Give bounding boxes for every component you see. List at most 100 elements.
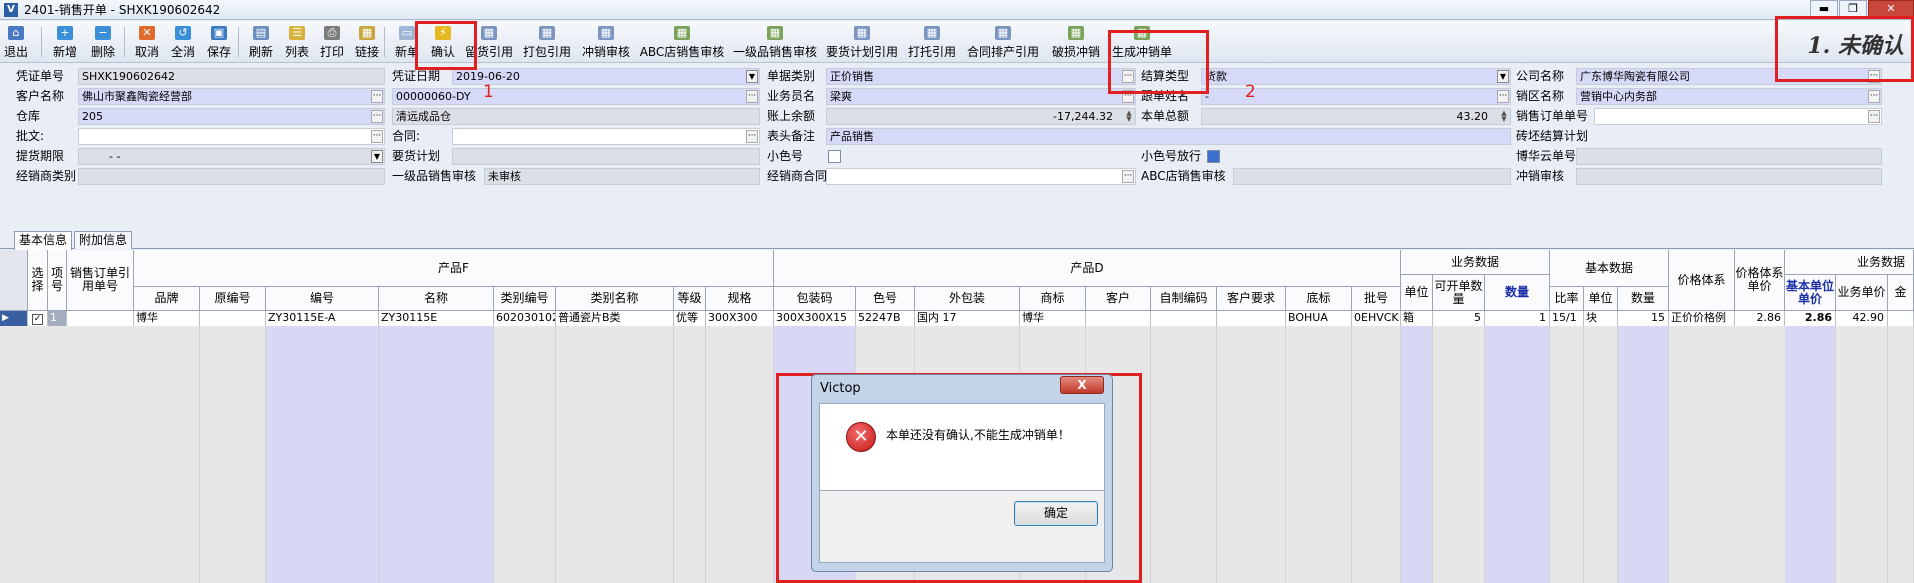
note-field[interactable]: ··· <box>78 128 385 145</box>
small-color-release-checkbox[interactable] <box>1207 150 1220 163</box>
lookup-icon[interactable]: ··· <box>371 90 383 103</box>
dealer-type-field[interactable] <box>78 168 385 185</box>
restore-icon[interactable]: ❐ <box>1839 0 1867 18</box>
col-grade[interactable]: 等级 <box>674 287 706 311</box>
col-amount[interactable]: 金 <box>1888 275 1914 311</box>
cell-biz-price[interactable]: 42.90 <box>1836 311 1888 326</box>
ok-button[interactable]: 确定 <box>1014 501 1098 526</box>
col-cat-code[interactable]: 类别编号 <box>494 287 556 311</box>
toolbar-button-gen-reverse[interactable]: ▦ 生成冲销单 <box>1108 23 1176 61</box>
col-own-code[interactable]: 自制编码 <box>1151 287 1217 311</box>
cell-pack-code[interactable]: 300X300X15 <box>774 311 856 326</box>
cell-openable[interactable]: 5 <box>1433 311 1485 326</box>
toolbar-button-add[interactable]: + 新增 <box>48 23 82 61</box>
cell-b-qty[interactable]: 15 <box>1618 311 1669 326</box>
cell-basic-price[interactable]: 2.86 <box>1785 311 1836 326</box>
toolbar-button-reverse-audit[interactable]: ▦ 冲销审核 <box>578 23 634 61</box>
col-pack-code[interactable]: 包装码 <box>774 287 856 311</box>
demand-plan-field[interactable] <box>452 148 760 165</box>
customer-field[interactable]: 佛山市聚鑫陶瓷经营部 ··· <box>78 88 385 105</box>
customer-code-field[interactable]: 00000060-DY ··· <box>392 88 760 105</box>
col-order-ref[interactable]: 销售订单引用单号 <box>67 250 134 311</box>
doc-total-field[interactable]: 43.20 ▲ ▼ <box>1201 108 1511 125</box>
cell-base-mark[interactable]: BOHUA <box>1286 311 1352 326</box>
toolbar-button-cancel[interactable]: ✕ 取消 <box>130 23 164 61</box>
toolbar-button-damage-reverse[interactable]: ▦ 破损冲销 <box>1048 23 1104 61</box>
cell-code[interactable]: ZY30115E-A <box>266 311 379 326</box>
abc-audit-field[interactable] <box>1233 168 1511 185</box>
cell-trademark[interactable]: 博华 <box>1020 311 1086 326</box>
col-code[interactable]: 编号 <box>266 287 379 311</box>
doc-type-field[interactable]: 正价销售 ··· <box>826 68 1136 85</box>
minimize-icon[interactable]: ▬ <box>1810 0 1838 18</box>
dialog-close-icon[interactable]: X <box>1060 376 1104 394</box>
toolbar-button-save[interactable]: ▣ 保存 <box>202 23 236 61</box>
lookup-icon[interactable]: ··· <box>1868 70 1880 83</box>
toolbar-button-abc-audit[interactable]: ▦ ABC店销售审核 <box>638 23 726 61</box>
col-client-req[interactable]: 客户要求 <box>1217 287 1286 311</box>
col-qty[interactable]: 数量 <box>1485 275 1550 311</box>
col-basic-price[interactable]: 基本单位单价 <box>1785 275 1836 311</box>
company-field[interactable]: 广东博华陶瓷有限公司 ··· <box>1576 68 1882 85</box>
lookup-icon[interactable]: ··· <box>371 130 383 143</box>
grade1-audit-field[interactable]: 未审核 <box>484 168 760 185</box>
cell-orig-no[interactable] <box>200 311 266 326</box>
cell-ratio[interactable]: 15/1 <box>1550 311 1584 326</box>
col-b-unit[interactable]: 单位 <box>1584 287 1618 311</box>
col-batch[interactable]: 批号 <box>1352 287 1401 311</box>
spinner-icon[interactable]: ▲ ▼ <box>1499 110 1509 123</box>
cell-amount[interactable] <box>1888 311 1914 326</box>
toolbar-button-pack-ref[interactable]: ▦ 打包引用 <box>520 23 574 61</box>
toolbar-button-contract-ref[interactable]: ▦ 合同排产引用 <box>964 23 1042 61</box>
cell-cat-code[interactable]: 602030102 <box>494 311 556 326</box>
cell-name[interactable]: ZY30115E <box>379 311 494 326</box>
col-base-mark[interactable]: 底标 <box>1286 287 1352 311</box>
salesman-field[interactable]: 梁爽 ··· <box>826 88 1136 105</box>
warehouse-name-field[interactable]: 清远成品仓 <box>392 108 760 125</box>
lookup-icon[interactable]: ··· <box>746 90 758 103</box>
cell-outer-pack[interactable]: 国内 17 <box>915 311 1020 326</box>
cell-grade[interactable]: 优等 <box>674 311 706 326</box>
pickup-period-field[interactable]: - - ▼ <box>78 148 385 165</box>
cell-client-req[interactable] <box>1217 311 1286 326</box>
cell-cat-name[interactable]: 普通瓷片B类 <box>556 311 674 326</box>
voucher-date-field[interactable]: 2019-06-20 ▼ <box>452 68 760 85</box>
contract-field[interactable]: ··· <box>452 128 760 145</box>
col-spec[interactable]: 规格 <box>706 287 774 311</box>
lookup-icon[interactable]: ··· <box>1122 90 1134 103</box>
col-outer-pack[interactable]: 外包装 <box>915 287 1020 311</box>
small-color-checkbox[interactable] <box>828 150 841 163</box>
cell-qty[interactable]: 1 <box>1485 311 1550 326</box>
col-b-qty[interactable]: 数量 <box>1618 287 1669 311</box>
toolbar-button-demand-plan-ref[interactable]: ▦ 要货计划引用 <box>824 23 900 61</box>
dropdown-arrow-icon[interactable]: ▼ <box>371 150 383 163</box>
dropdown-arrow-icon[interactable]: ▼ <box>746 70 758 83</box>
col-brand[interactable]: 品牌 <box>134 287 200 311</box>
toolbar-button-delete[interactable]: − 删除 <box>86 23 120 61</box>
toolbar-button-confirm[interactable]: ⚡ 确认 <box>428 23 458 61</box>
warehouse-field[interactable]: 205 ··· <box>78 108 385 125</box>
col-cat-name[interactable]: 类别名称 <box>556 287 674 311</box>
col-price-basic[interactable]: 价格体系单价 <box>1735 250 1785 311</box>
bohua-cloud-no-field[interactable] <box>1576 148 1882 165</box>
toolbar-button-link[interactable]: ▦ 链接 <box>350 23 384 61</box>
toolbar-button-list[interactable]: ☰ 列表 <box>280 23 314 61</box>
sales-area-field[interactable]: 营销中心内务部 ··· <box>1576 88 1882 105</box>
col-orig-no[interactable]: 原编号 <box>200 287 266 311</box>
cell-client[interactable] <box>1086 311 1151 326</box>
cell-own-code[interactable] <box>1151 311 1217 326</box>
lookup-icon[interactable]: ··· <box>1122 70 1134 83</box>
dealer-contract-field[interactable]: ··· <box>826 168 1136 185</box>
close-icon[interactable]: ✕ <box>1868 0 1914 18</box>
col-trademark[interactable]: 商标 <box>1020 287 1086 311</box>
col-biz-price[interactable]: 业务单价 <box>1836 275 1888 311</box>
lookup-icon[interactable]: ··· <box>1122 170 1134 183</box>
voucher-no-field[interactable]: SHXK190602642 <box>78 68 385 85</box>
toolbar-button-new-doc[interactable]: ▭ 新单 <box>390 23 424 61</box>
cell-unit[interactable]: 箱 <box>1401 311 1433 326</box>
col-name[interactable]: 名称 <box>379 287 494 311</box>
toolbar-button-print[interactable]: ⎙ 打印 <box>315 23 349 61</box>
toolbar-button-reserve-ref[interactable]: ▦ 留货引用 <box>462 23 516 61</box>
row-selector[interactable]: ▶ <box>0 311 28 326</box>
lookup-icon[interactable]: ··· <box>1868 110 1880 123</box>
